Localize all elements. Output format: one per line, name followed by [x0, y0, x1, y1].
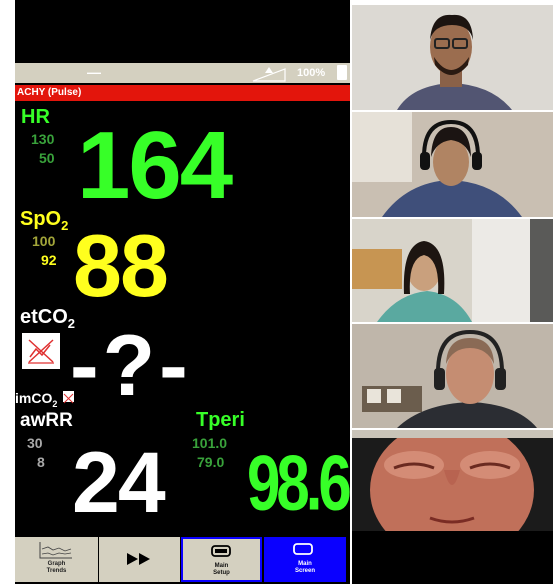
monitor-icon [293, 543, 313, 555]
participant-video-tile-2[interactable] [352, 112, 553, 217]
awrr-upper-limit: 30 [27, 435, 43, 451]
monitor-status-bar: — 100% [15, 63, 350, 83]
imco2-disconnected-icon [63, 391, 74, 404]
video-grid-footer [352, 531, 553, 584]
participant-video-tile-3[interactable] [352, 219, 553, 322]
co2-disconnected-icon [22, 333, 60, 369]
participant-1-video [352, 5, 553, 110]
main-screen-button[interactable]: Main Screen [264, 537, 346, 582]
tperi-upper-limit: 101.0 [192, 435, 228, 451]
fast-forward-icon [127, 553, 150, 565]
awrr-lower-limit: 8 [37, 454, 45, 470]
main-setup-line1: Main [214, 563, 229, 569]
awrr-value: 24 [72, 435, 166, 531]
participant-5-video [352, 430, 553, 531]
hr-lower-limit: 50 [39, 150, 55, 166]
alarm-banner[interactable]: ACHY (Pulse) [15, 85, 350, 101]
graph-trends-button[interactable]: Graph Trends [15, 537, 98, 582]
graph-trends-icon [39, 542, 72, 559]
main-screen-line2: Screen [294, 568, 315, 574]
graph-trends-line2: Trends [46, 568, 67, 574]
monitor-icon [211, 545, 231, 557]
vital-signs-monitor: — 100% ACHY (Pulse) HR 130 50 164 SpO2 1… [15, 0, 350, 584]
signal-strength-icon [252, 67, 286, 82]
participant-video-tile-1[interactable] [352, 5, 553, 110]
next-page-button[interactable] [99, 537, 180, 582]
etco2-label: etCO2 [20, 306, 76, 331]
softkey-bar: Graph Trends Main Setup Main Screen [15, 537, 350, 584]
hr-upper-limit: 130 [31, 131, 55, 147]
spo2-upper-limit: 100 [32, 233, 56, 249]
spo2-label: SpO2 [20, 208, 69, 233]
etco2-value: -?- [70, 318, 192, 414]
main-setup-line2: Setup [213, 570, 230, 576]
hr-label: HR [21, 106, 50, 128]
participant-video-tile-4[interactable] [352, 324, 553, 428]
participant-video-tile-5[interactable] [352, 430, 553, 531]
graph-trends-line1: Graph [47, 561, 66, 567]
participant-2-video [352, 112, 553, 217]
participant-4-video [352, 324, 553, 428]
awrr-label: awRR [20, 410, 73, 431]
tperi-label: Tperi [196, 409, 245, 431]
spo2-lower-limit: 92 [41, 252, 57, 268]
participant-3-video [352, 219, 553, 322]
spo2-value: 88 [73, 216, 169, 315]
main-setup-button[interactable]: Main Setup [181, 537, 262, 582]
tperi-lower-limit: 79.0 [197, 454, 225, 470]
tperi-value: 98.6 [247, 439, 350, 527]
status-dash: — [87, 64, 101, 80]
hr-value: 164 [77, 112, 233, 219]
battery-percent: 100% [297, 67, 326, 79]
imco2-label: imCO2 [15, 390, 58, 409]
battery-icon [337, 65, 347, 80]
main-screen-line1: Main [298, 561, 312, 567]
